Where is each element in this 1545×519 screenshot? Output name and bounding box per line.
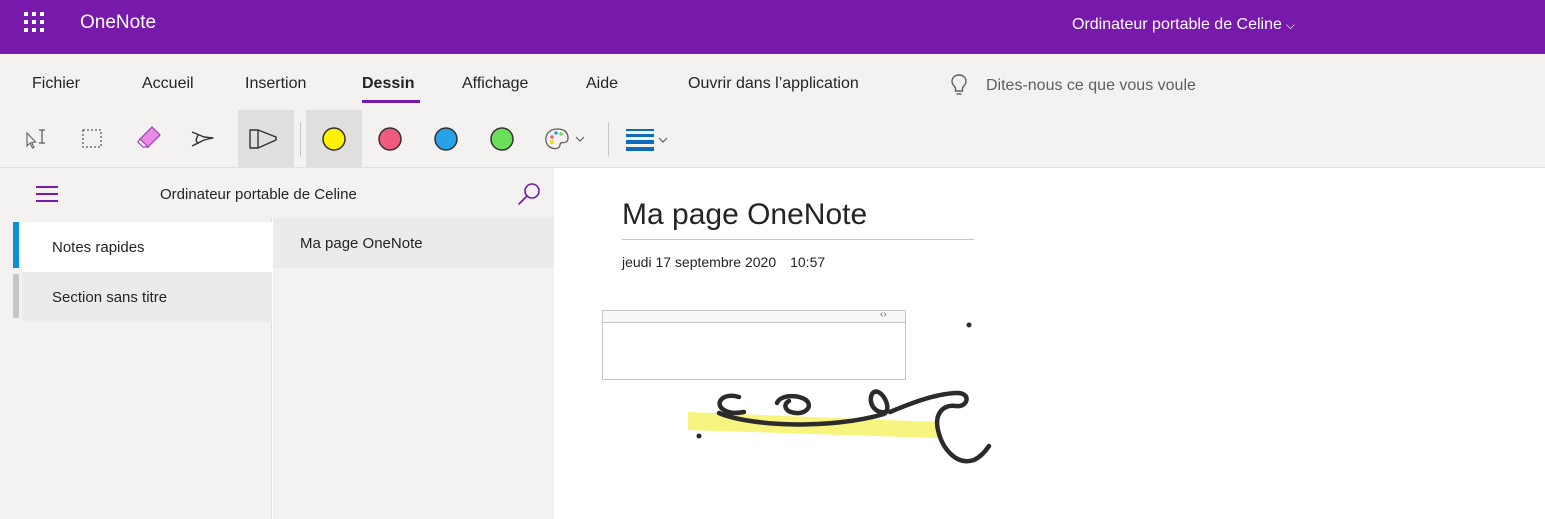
note-container-handle[interactable]: ‹› [603, 309, 905, 323]
ink-dot [966, 322, 972, 328]
tab-accueil[interactable]: Accueil [142, 75, 194, 93]
search-icon[interactable] [514, 180, 544, 210]
tab-fichier[interactable]: Fichier [32, 75, 80, 93]
page-title[interactable]: Ma page OneNote [622, 198, 974, 240]
resize-handle-icon: ‹› [880, 309, 887, 320]
active-tab-indicator [362, 100, 420, 103]
pages-pane: Ma page OneNote [273, 218, 554, 519]
note-container[interactable]: ‹› [602, 309, 906, 380]
color-green-button[interactable] [474, 110, 530, 168]
page-time: 10:57 [790, 254, 826, 270]
section-item-notes-rapides[interactable]: Notes rapides [22, 222, 272, 272]
section-color-rail [0, 218, 22, 519]
page-date: jeudi 17 septembre 2020 [622, 254, 777, 270]
section-label: Notes rapides [52, 239, 145, 256]
hamburger-menu-icon[interactable] [36, 186, 58, 202]
notebook-switcher-label: Ordinateur portable de Celine [1072, 16, 1282, 33]
ribbon-tabs: Fichier Accueil Insertion Dessin Afficha… [0, 54, 1545, 110]
lasso-select-icon[interactable] [74, 110, 110, 168]
pen-stroke [717, 393, 747, 416]
page-datetime: jeudi 17 septembre 2020 10:57 [622, 254, 825, 270]
open-in-app-button[interactable]: Ouvrir dans l’application [688, 75, 859, 93]
section-label: Section sans titre [52, 289, 168, 306]
notebook-title: Ordinateur portable de Celine [160, 186, 357, 203]
tab-affichage[interactable]: Affichage [462, 75, 528, 93]
toolbar-separator [608, 122, 609, 156]
notebook-switcher[interactable]: Ordinateur portable de Celine ⌵ [1072, 16, 1295, 34]
title-bar: OneNote Ordinateur portable de Celine ⌵ [0, 0, 1545, 54]
palette-icon[interactable] [536, 110, 598, 168]
pen-stroke [774, 393, 812, 416]
tell-me-input[interactable] [986, 75, 1246, 97]
color-yellow-button[interactable] [306, 110, 362, 168]
navigation-header: Ordinateur portable de Celine [0, 168, 554, 218]
eraser-icon[interactable] [128, 110, 168, 168]
highlighter-stroke [688, 412, 937, 438]
page-canvas[interactable]: Ma page OneNote jeudi 17 septembre 2020 1… [554, 168, 1545, 519]
app-launcher-icon[interactable] [24, 12, 44, 32]
pen-icon[interactable] [182, 110, 222, 168]
page-item-ma-page-onenote[interactable]: Ma page OneNote [273, 218, 554, 268]
ink-dot [696, 433, 702, 439]
lightbulb-icon [951, 74, 967, 95]
toolbar-separator [300, 122, 301, 156]
section-item-section-sans-titre[interactable]: Section sans titre [22, 272, 272, 322]
section-color-tab [13, 222, 19, 268]
color-blue-button[interactable] [418, 110, 474, 168]
chevron-down-icon: ⌵ [1285, 18, 1296, 32]
stroke-thickness-icon[interactable] [620, 110, 682, 168]
tab-dessin[interactable]: Dessin [362, 75, 414, 93]
pen-stroke [716, 389, 890, 427]
type-select-icon[interactable] [20, 110, 56, 168]
app-name[interactable]: OneNote [80, 12, 156, 34]
color-pink-button[interactable] [362, 110, 418, 168]
tell-me-box[interactable] [950, 73, 1250, 99]
tab-insertion[interactable]: Insertion [245, 75, 306, 93]
pen-stroke [887, 390, 992, 464]
section-color-tab [13, 274, 19, 318]
draw-toolbar [0, 110, 1545, 168]
page-label: Ma page OneNote [300, 235, 423, 252]
highlighter-icon[interactable] [238, 110, 294, 168]
tab-aide[interactable]: Aide [586, 75, 618, 93]
